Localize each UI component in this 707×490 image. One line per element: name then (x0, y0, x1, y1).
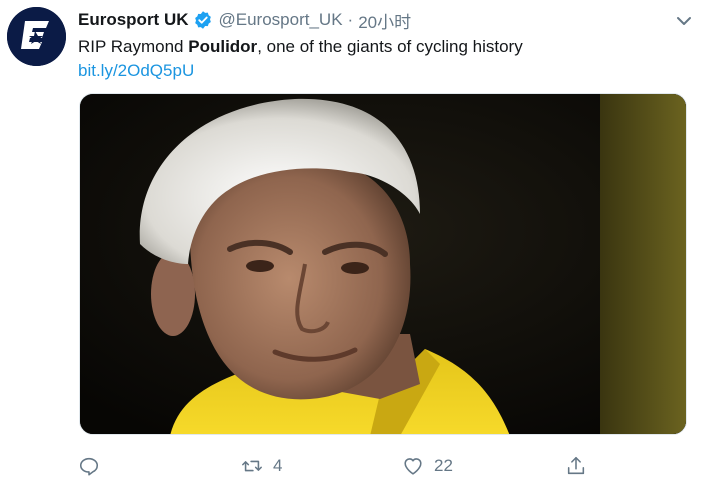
tweet-text-bold: Poulidor (188, 37, 258, 56)
reply-button[interactable] (78, 452, 100, 480)
tweet-actions: 4 22 (78, 452, 588, 480)
author-handle[interactable]: @Eurosport_UK (219, 10, 343, 30)
avatar[interactable] (7, 7, 66, 66)
separator-dot: · (347, 10, 354, 29)
timestamp[interactable]: 20小时 (358, 8, 411, 33)
tweet-link[interactable]: bit.ly/2OdQ5pU (78, 59, 194, 83)
author-name[interactable]: Eurosport UK (78, 10, 189, 30)
reply-icon (79, 457, 99, 476)
tweet-text: RIP Raymond Poulidor, one of the giants … (78, 35, 688, 59)
chevron-down-icon[interactable] (675, 12, 693, 30)
like-button[interactable]: 22 (402, 452, 453, 480)
retweet-icon (242, 460, 262, 472)
verified-badge-icon (193, 10, 213, 30)
share-icon (567, 456, 585, 475)
tweet-text-before: RIP Raymond (78, 37, 189, 56)
portrait-photo-icon (80, 94, 686, 434)
eurosport-logo-icon (7, 7, 66, 66)
heart-icon (404, 458, 422, 475)
tweet-card[interactable]: Eurosport UK @Eurosport_UK · 20小时 RIP Ra… (0, 0, 707, 490)
tweet-header: Eurosport UK @Eurosport_UK · 20小时 (78, 8, 411, 32)
like-count: 22 (434, 456, 453, 475)
share-button[interactable] (565, 452, 587, 480)
tweet-text-after: , one of the giants of cycling history (257, 37, 523, 56)
retweet-count: 4 (273, 456, 283, 475)
tweet-media-photo[interactable] (79, 93, 687, 435)
retweet-button[interactable]: 4 (241, 452, 282, 480)
